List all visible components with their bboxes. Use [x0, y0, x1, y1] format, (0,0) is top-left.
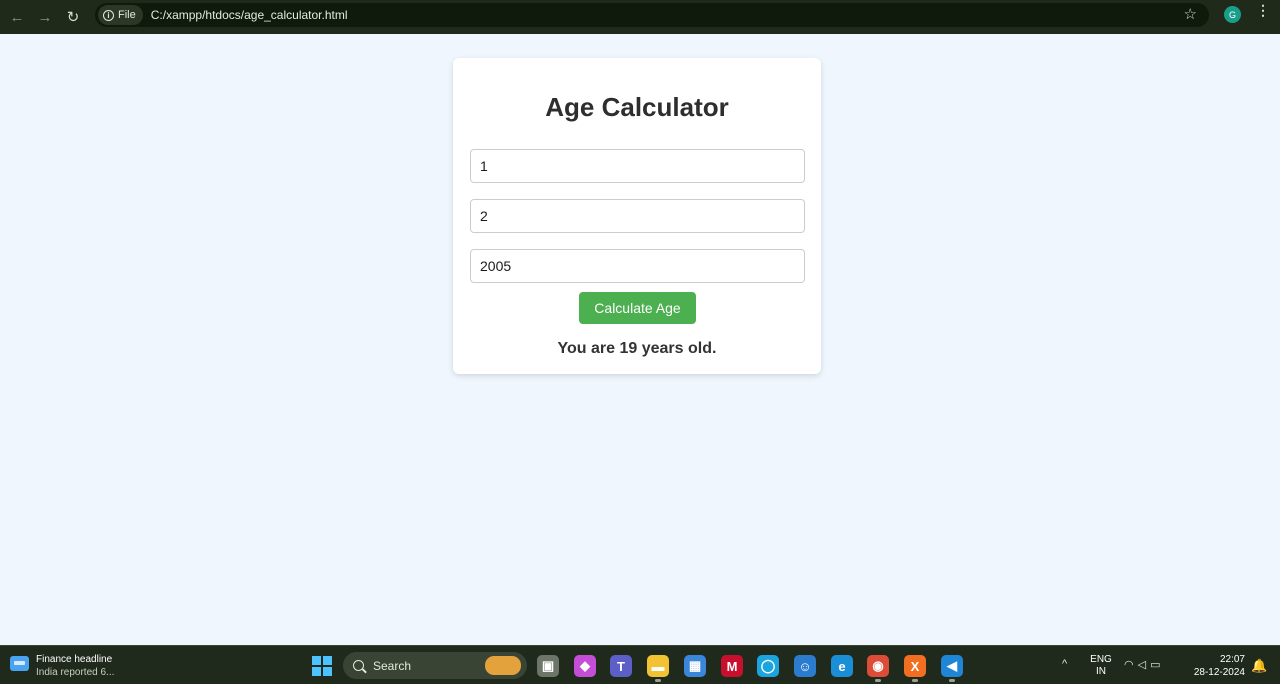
show-hidden-icons-chevron-icon[interactable]: ^	[1062, 658, 1067, 670]
site-info-chip[interactable]: i File	[98, 5, 143, 25]
url-text[interactable]: C:/xampp/htdocs/age_calculator.html	[151, 8, 348, 22]
system-tray-icons[interactable]: ◠◁▭	[1124, 658, 1164, 671]
clock-date: 28-12-2024	[1193, 667, 1245, 678]
taskbar-task-view-icon[interactable]: ▣	[537, 655, 559, 677]
taskbar-search[interactable]: Search	[343, 652, 527, 679]
battery-icon: ▭	[1150, 659, 1165, 671]
search-label: Search	[373, 658, 412, 673]
clock[interactable]: 22:07 28-12-2024	[1190, 653, 1245, 679]
taskbar-running-indicator	[875, 679, 881, 682]
region-code: IN	[1096, 666, 1106, 677]
year-input[interactable]	[470, 249, 805, 283]
address-bar[interactable]: i File C:/xampp/htdocs/age_calculator.ht…	[95, 3, 1209, 27]
windows-start-icon[interactable]	[312, 656, 332, 676]
search-highlight-icon	[485, 656, 521, 675]
reload-icon[interactable]: ↻	[62, 6, 84, 28]
taskbar-running-indicator	[655, 679, 661, 682]
browser-menu-icon[interactable]: ⋮	[1256, 3, 1270, 17]
taskbar-file-explorer-icon[interactable]: ▬	[647, 655, 669, 677]
page-title: Age Calculator	[545, 92, 729, 122]
taskbar-vscode-icon[interactable]: ◀	[941, 655, 963, 677]
taskbar-people-icon[interactable]: ☺	[794, 655, 816, 677]
language-code: ENG	[1090, 654, 1112, 665]
info-icon: i	[103, 9, 114, 21]
taskbar-mcafee-icon[interactable]: M	[721, 655, 743, 677]
taskbar-copilot-icon[interactable]: ◆	[574, 655, 596, 677]
search-icon	[353, 660, 364, 671]
notification-bell-icon[interactable]: 🔔	[1251, 658, 1267, 674]
month-input[interactable]	[470, 199, 805, 233]
clock-time: 22:07	[1219, 654, 1245, 665]
taskbar-microsoft-store-icon[interactable]: ▦	[684, 655, 706, 677]
language-indicator[interactable]: ENG IN	[1090, 654, 1112, 678]
taskbar-alexa-icon[interactable]: ◯	[757, 655, 779, 677]
file-chip-label: File	[118, 9, 136, 21]
forward-arrow-icon[interactable]: →	[34, 6, 56, 28]
widgets-icon	[10, 656, 29, 671]
profile-avatar[interactable]: G	[1224, 6, 1241, 23]
widget-subtitle: India reported 6...	[36, 667, 115, 678]
taskbar-edge-icon[interactable]: e	[831, 655, 853, 677]
taskbar-chrome-icon[interactable]: ◉	[867, 655, 889, 677]
taskbar-xampp-icon[interactable]: X	[904, 655, 926, 677]
bookmark-star-icon[interactable]: ☆	[1184, 5, 1197, 23]
browser-toolbar: ← → ↻ i File C:/xampp/htdocs/age_calcula…	[0, 0, 1280, 34]
calculator-card: Age Calculator Calculate Age You are 19 …	[453, 58, 821, 374]
taskbar-running-indicator	[949, 679, 955, 682]
taskbar-running-indicator	[912, 679, 918, 682]
taskbar: Finance headline India reported 6... Sea…	[0, 645, 1280, 684]
calculate-age-button[interactable]: Calculate Age	[579, 292, 696, 324]
result-text: You are 19 years old.	[557, 340, 717, 357]
taskbar-teams-icon[interactable]: T	[610, 655, 632, 677]
news-widget[interactable]: Finance headline India reported 6...	[10, 653, 114, 679]
day-input[interactable]	[470, 149, 805, 183]
widget-title: Finance headline	[36, 654, 113, 665]
wifi-icon: ◠	[1124, 659, 1138, 671]
volume-icon: ◁	[1137, 659, 1151, 671]
back-arrow-icon[interactable]: ←	[6, 6, 28, 28]
